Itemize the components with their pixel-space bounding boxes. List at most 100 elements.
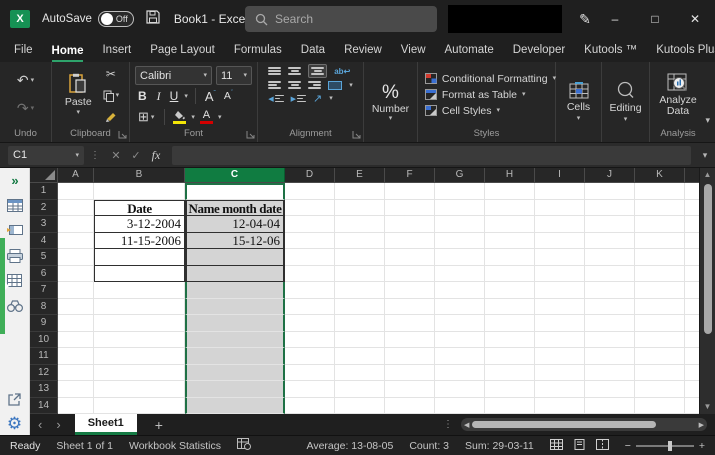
cell-a14[interactable] (58, 397, 94, 414)
font-color-button[interactable]: A (199, 109, 214, 124)
cell-b12[interactable] (94, 364, 185, 381)
zoom-out-icon[interactable]: − (625, 440, 631, 452)
column-header-g[interactable]: G (435, 168, 485, 182)
autosave-control[interactable]: AutoSave Off (42, 11, 134, 27)
cell-styles-button[interactable]: Cell Styles ▾ (424, 105, 500, 117)
accessibility-check-icon[interactable] (237, 438, 252, 453)
analyze-data-button[interactable]: Analyze Data (650, 73, 706, 117)
middle-align-button[interactable] (288, 66, 302, 76)
italic-button[interactable]: I (154, 89, 164, 104)
cell-b14[interactable] (94, 397, 185, 414)
underline-dropdown-icon[interactable]: ▾ (184, 93, 188, 100)
increase-indent-button[interactable]: ▶ (291, 94, 307, 104)
cell-c9[interactable] (185, 315, 285, 332)
cell-b9[interactable] (94, 315, 185, 332)
cell-c12[interactable] (185, 364, 285, 381)
cell-c5[interactable] (185, 249, 285, 266)
pane-icon[interactable] (6, 223, 23, 238)
decrease-indent-button[interactable]: ◀ (268, 94, 284, 104)
font-name-select[interactable]: Calibri ▾ (135, 66, 212, 85)
cell-c3[interactable]: 12-04-04 (185, 216, 285, 233)
page-layout-view-icon[interactable] (573, 438, 586, 453)
redo-button[interactable]: ↷ ▾ (14, 98, 37, 119)
row-header-6[interactable]: 6 (30, 265, 58, 282)
cell-b11[interactable] (94, 348, 185, 365)
zoom-slider[interactable] (635, 440, 694, 451)
printer-icon[interactable] (6, 248, 23, 263)
cell-a1[interactable] (58, 183, 94, 200)
vertical-scrollbar[interactable]: ▲ ▼ (699, 168, 715, 414)
merge-dropdown-icon[interactable]: ▾ (349, 82, 353, 89)
merge-center-button[interactable] (328, 80, 343, 90)
cell-b13[interactable] (94, 381, 185, 398)
tab-developer[interactable]: Developer (513, 41, 565, 62)
cell-c6[interactable] (185, 265, 285, 282)
page-break-preview-icon[interactable] (595, 438, 609, 453)
autosave-toggle[interactable]: Off (97, 11, 134, 27)
cell-c8[interactable] (185, 298, 285, 315)
close-button[interactable]: ✕ (675, 0, 715, 38)
excel-app-icon[interactable]: X (10, 10, 30, 28)
zoom-in-icon[interactable]: + (699, 440, 705, 452)
undo-button[interactable]: ↶ ▾ (14, 70, 37, 91)
row-header-13[interactable]: 13 (30, 381, 58, 398)
decrease-font-button[interactable]: Aˇ (222, 90, 235, 102)
cell-c7[interactable] (185, 282, 285, 299)
cell-c14[interactable] (185, 397, 285, 414)
cell-b5[interactable] (94, 249, 185, 266)
binoculars-icon[interactable] (6, 298, 23, 313)
tab-data[interactable]: Data (301, 41, 325, 62)
tab-kutools[interactable]: Kutools ™ (584, 41, 637, 62)
increase-font-button[interactable]: Aˆ (203, 89, 218, 104)
tab-page-layout[interactable]: Page Layout (150, 41, 215, 62)
fill-color-dropdown-icon[interactable]: ▾ (191, 114, 195, 121)
column-header-k[interactable]: K (635, 168, 685, 182)
maximize-button[interactable]: □ (635, 0, 675, 38)
zoom-slider-thumb[interactable] (667, 440, 672, 451)
conditional-formatting-button[interactable]: Conditional Formatting ▾ (424, 73, 556, 85)
pane-handle[interactable] (0, 238, 9, 334)
search-box[interactable]: Search (245, 6, 437, 32)
cell-c11[interactable] (185, 348, 285, 365)
tab-view[interactable]: View (401, 41, 426, 62)
expand-pane-icon[interactable]: » (11, 173, 18, 188)
prev-sheet-icon[interactable]: ‹ (38, 418, 42, 431)
drag-handle-icon[interactable]: ⋮ (90, 150, 100, 161)
fill-color-button[interactable] (172, 110, 187, 124)
font-size-select[interactable]: 11 ▾ (216, 66, 252, 85)
borders-button[interactable]: ⊞ ▾ (135, 107, 157, 127)
collapse-ribbon-icon[interactable]: ▾ (705, 115, 710, 126)
format-as-table-button[interactable]: Format as Table ▾ (424, 89, 526, 101)
cell-c13[interactable] (185, 381, 285, 398)
orientation-dropdown-icon[interactable]: ▾ (329, 95, 333, 102)
bold-button[interactable]: B (135, 89, 150, 103)
bottom-align-button[interactable] (308, 64, 328, 78)
select-all-corner[interactable] (30, 168, 58, 182)
align-left-button[interactable] (268, 80, 282, 90)
minimize-button[interactable]: – (595, 0, 635, 38)
column-header-e[interactable]: E (335, 168, 385, 182)
row-header-10[interactable]: 10 (30, 331, 58, 348)
align-right-button[interactable] (308, 80, 322, 90)
cell-b3[interactable]: 3-12-2004 (94, 216, 185, 233)
tab-review[interactable]: Review (344, 41, 382, 62)
column-header-j[interactable]: J (585, 168, 635, 182)
column-header-b[interactable]: B (94, 168, 185, 182)
cell-a7[interactable] (58, 282, 94, 299)
formula-input[interactable] (172, 145, 691, 165)
format-painter-button[interactable] (100, 109, 123, 125)
column-header-a[interactable]: A (58, 168, 94, 182)
font-color-dropdown-icon[interactable]: ▾ (218, 114, 222, 121)
sheet-count[interactable]: Sheet 1 of 1 (56, 440, 113, 452)
row-header-5[interactable]: 5 (30, 249, 58, 266)
column-header-i[interactable]: I (535, 168, 585, 182)
horizontal-scrollbar[interactable]: ◀ ▶ (461, 418, 707, 431)
font-dialog-launcher-icon[interactable] (246, 130, 255, 139)
cell-a5[interactable] (58, 249, 94, 266)
cell-a2[interactable] (58, 199, 94, 216)
cell-a4[interactable] (58, 232, 94, 249)
row-header-7[interactable]: 7 (30, 282, 58, 299)
insert-function-button[interactable]: fx (146, 148, 166, 163)
row-header-2[interactable]: 2 (30, 199, 58, 216)
cancel-icon[interactable]: ✕ (106, 149, 126, 162)
